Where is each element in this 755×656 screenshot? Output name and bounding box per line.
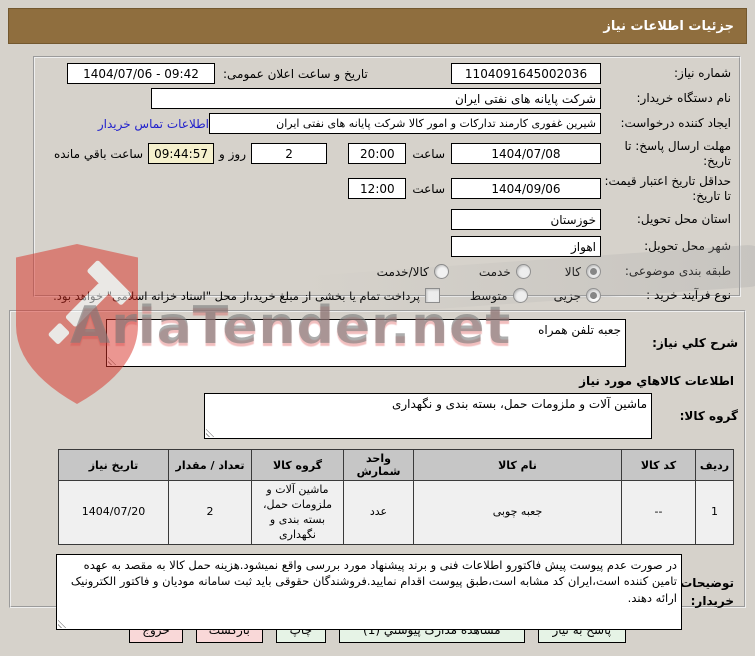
price-validity-time-field[interactable]: 12:00	[348, 178, 407, 199]
cell-item-group: ماشین آلات و ملزومات حمل، بسته بندی و نگ…	[251, 479, 344, 546]
category-option-goods[interactable]: کالا	[565, 264, 601, 279]
radio-icon[interactable]	[515, 264, 531, 279]
col-item-name: نام کالا	[413, 449, 622, 481]
goods-group-textarea[interactable]: ماشین آلات و ملزومات حمل، بسته بندی و نگ…	[204, 393, 652, 439]
process-type-option-medium[interactable]: متوسط	[470, 288, 528, 303]
items-table: ردیف کد کالا نام کالا واحد شمارش گروه کا…	[58, 449, 734, 546]
remaining-countdown-field: 09:44:57	[148, 143, 215, 164]
category-option-goods-label: کالا	[564, 264, 581, 279]
price-validity-date-field[interactable]: 1404/09/06	[451, 178, 601, 199]
need-number-field[interactable]: 1104091645002036	[451, 63, 601, 84]
announce-datetime-field[interactable]: 1404/07/06 - 09:42	[67, 63, 215, 84]
radio-icon[interactable]	[586, 264, 601, 279]
goods-group-row: گروه کالا: ماشین آلات و ملزومات حمل، بست…	[17, 393, 738, 439]
need-number-row: شماره نیاز: 1104091645002036 تاریخ و ساع…	[43, 61, 731, 86]
province-row: استان محل تحویل: خوزستان	[43, 206, 731, 233]
announce-label: تاریخ و ساعت اعلان عمومی:	[223, 66, 368, 81]
province-label: استان محل تحویل:	[636, 212, 731, 226]
price-validity-time-label: ساعت	[412, 181, 445, 196]
items-section-heading: اطلاعات کالاهاي مورد نیاز	[579, 374, 734, 388]
reply-deadline-time-field[interactable]: 20:00	[348, 143, 407, 164]
cell-item-code: --	[621, 479, 696, 546]
need-description-textarea[interactable]: جعبه تلفن همراه	[106, 319, 626, 367]
category-label: طبقه بندی موضوعی:	[624, 264, 731, 278]
remaining-time-group: 2 روز و 09:44:57 ساعت باقي مانده	[54, 143, 328, 164]
radio-icon[interactable]	[433, 264, 449, 279]
page-title-bar: جزئیات اطلاعات نیاز	[8, 8, 747, 44]
radio-icon[interactable]	[586, 288, 601, 303]
col-row-number: ردیف	[695, 449, 734, 481]
buyer-org-field[interactable]: شرکت پایانه های نفتی ایران	[151, 88, 601, 109]
buyer-org-row: نام دستگاه خریدار: شرکت پایانه های نفتی …	[43, 86, 731, 111]
col-need-date: تاریخ نیاز	[58, 449, 169, 481]
price-validity-label: حداقل تاریخ اعتبار قیمت: تا تاریخ:	[604, 173, 731, 203]
cell-unit: عدد	[343, 479, 414, 546]
category-option-service[interactable]: خدمت	[479, 264, 531, 279]
category-option-service-label: خدمت	[478, 264, 511, 279]
cell-quantity: 2	[168, 479, 252, 546]
reply-deadline-label: مهلت ارسال پاسخ: تا تاریخ:	[624, 138, 731, 168]
buyer-notes-row: توضیحات خریدار: در صورت عدم پیوست پیش فا…	[17, 554, 738, 631]
category-option-goods-service[interactable]: کالا/خدمت	[377, 264, 449, 279]
cell-need-date: 1404/07/20	[58, 479, 169, 546]
cell-row-number: 1	[695, 479, 734, 546]
reply-deadline-date-field[interactable]: 1404/07/08	[451, 143, 601, 164]
buyer-notes-textarea[interactable]: در صورت عدم پیوست پیش فاکتورو اطلاعات فن…	[56, 554, 682, 631]
reply-deadline-time-label: ساعت	[412, 146, 445, 161]
resize-grip-icon[interactable]	[108, 356, 117, 365]
col-quantity: تعداد / مقدار	[168, 449, 252, 481]
treasury-docs-checkbox-label: پرداخت تمام یا بخشی از مبلغ خرید،از محل …	[53, 288, 420, 303]
process-type-row: نوع فرآیند خرید : جزیی متوسط پرداخت تمام…	[43, 283, 731, 308]
need-content-section: شرح کلي نیاز: جعبه تلفن همراه اطلاعات کا…	[9, 310, 746, 631]
process-type-option-minor-label: جزیی	[553, 288, 581, 303]
need-info-form: شماره نیاز: 1104091645002036 تاریخ و ساع…	[33, 56, 741, 303]
items-table-header-row: ردیف کد کالا نام کالا واحد شمارش گروه کا…	[58, 449, 734, 481]
request-creator-label: ایجاد کننده درخواست:	[620, 116, 731, 130]
col-item-code: کد کالا	[621, 449, 696, 481]
checkbox-icon[interactable]	[424, 288, 440, 303]
need-description-row: شرح کلي نیاز: جعبه تلفن همراه	[17, 319, 738, 367]
treasury-docs-checkbox-group[interactable]: پرداخت تمام یا بخشی از مبلغ خرید،از محل …	[53, 288, 440, 303]
need-description-label: شرح کلي نیاز:	[652, 335, 738, 350]
city-row: شهر محل تحویل: اهواز	[43, 233, 731, 260]
need-number-label: شماره نیاز:	[674, 66, 731, 80]
price-validity-row: حداقل تاریخ اعتبار قیمت: تا تاریخ: 1404/…	[43, 171, 731, 206]
process-type-option-minor[interactable]: جزیی	[554, 288, 601, 303]
city-label: شهر محل تحویل:	[644, 239, 731, 253]
buyer-notes-label: توضیحات خریدار:	[680, 576, 734, 609]
reply-deadline-row: مهلت ارسال پاسخ: تا تاریخ: 1404/07/08 سا…	[43, 136, 731, 171]
radio-icon[interactable]	[512, 288, 528, 303]
col-unit: واحد شمارش	[343, 449, 414, 481]
province-field[interactable]: خوزستان	[451, 209, 601, 230]
remaining-days-field[interactable]: 2	[251, 143, 328, 164]
process-type-option-medium-label: متوسط	[469, 288, 508, 303]
process-type-label: نوع فرآیند خرید :	[646, 288, 731, 302]
col-item-group: گروه کالا	[251, 449, 344, 481]
category-option-goods-service-label: کالا/خدمت	[376, 264, 429, 279]
cell-item-name: جعبه چوبی	[413, 479, 622, 546]
request-creator-field[interactable]: شیرین غفوری کارمند تدارکات و امور کالا ش…	[209, 113, 601, 134]
buyer-contact-link[interactable]: اطلاعات تماس خریدار	[98, 117, 209, 131]
items-table-row: 1 -- جعبه چوبی عدد ماشین آلات و ملزومات …	[58, 479, 734, 546]
resize-grip-icon[interactable]	[58, 619, 67, 629]
remaining-days-label: روز و	[219, 146, 247, 161]
announce-group: تاریخ و ساعت اعلان عمومی: 1404/07/06 - 0…	[67, 63, 368, 84]
buyer-org-label: نام دستگاه خریدار:	[636, 91, 732, 105]
remaining-suffix-label: ساعت باقي مانده	[54, 146, 144, 161]
goods-group-label: گروه کالا:	[679, 408, 738, 423]
city-field[interactable]: اهواز	[451, 236, 601, 257]
page-title: جزئیات اطلاعات نیاز	[603, 18, 734, 34]
resize-grip-icon[interactable]	[206, 428, 215, 437]
request-creator-row: ایجاد کننده درخواست: شیرین غفوری کارمند …	[43, 111, 731, 136]
category-row: طبقه بندی موضوعی: کالا خدمت کالا/خدمت	[43, 260, 731, 283]
